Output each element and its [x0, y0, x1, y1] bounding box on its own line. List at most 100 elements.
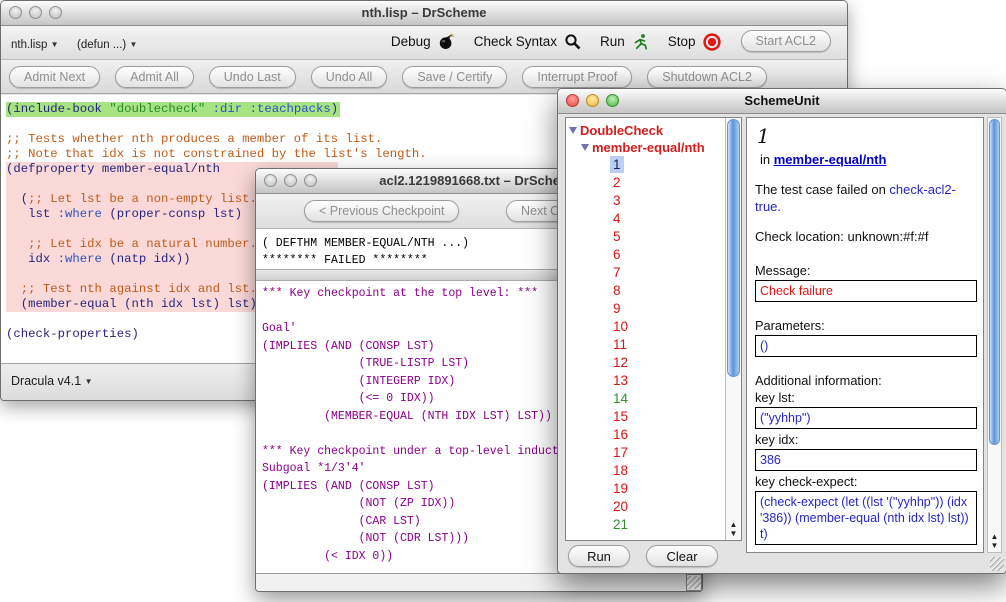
key-check-expect-field[interactable]: (check-expect (let ((lst '("yyhhp")) (id…	[755, 491, 977, 545]
test-case-11[interactable]: 11	[610, 336, 741, 354]
check-syntax-button[interactable]: Check Syntax	[474, 34, 557, 49]
drscheme-titlebar[interactable]: nth.lisp – DrScheme	[1, 1, 847, 26]
test-tree-panel: DoubleCheck member-equal/nth 12345678910…	[565, 117, 742, 541]
message-field[interactable]: Check failure	[755, 280, 977, 302]
window-title: SchemeUnit	[558, 93, 1006, 108]
test-case-7[interactable]: 7	[610, 264, 741, 282]
chevron-down-icon: ▼	[85, 377, 93, 386]
test-case-1[interactable]: 1	[610, 156, 741, 174]
parameters-field[interactable]: ()	[755, 335, 977, 357]
admit-next-button[interactable]: Admit Next	[9, 66, 100, 88]
case-number: 1	[757, 124, 975, 148]
test-case-8[interactable]: 8	[610, 282, 741, 300]
scroll-down-icon: ▼	[726, 529, 741, 538]
case-number-label[interactable]: 6	[610, 246, 624, 263]
case-number-label[interactable]: 5	[610, 228, 624, 245]
dracula-language-menu[interactable]: Dracula v4.1 ▼	[11, 374, 93, 388]
case-number-label[interactable]: 21	[610, 516, 631, 533]
horizontal-scrollbar[interactable]	[256, 573, 686, 591]
case-number-label[interactable]: 7	[610, 264, 624, 281]
detail-scrollbar[interactable]: ▲▼	[987, 117, 1002, 553]
case-number-label[interactable]: 18	[610, 462, 631, 479]
scrollbar-thumb[interactable]	[727, 119, 740, 377]
interrupt-proof-button[interactable]: Interrupt Proof	[522, 66, 632, 88]
scrollbar-arrows[interactable]: ▲▼	[726, 520, 741, 538]
stop-button[interactable]: Stop	[668, 34, 696, 49]
test-case-15[interactable]: 15	[610, 408, 741, 426]
test-case-14[interactable]: 14	[610, 390, 741, 408]
resize-grip[interactable]	[686, 574, 702, 591]
start-acl2-button[interactable]: Start ACL2	[741, 30, 831, 52]
test-case-13[interactable]: 13	[610, 372, 741, 390]
test-case-20[interactable]: 20	[610, 498, 741, 516]
test-case-6[interactable]: 6	[610, 246, 741, 264]
case-number-label[interactable]: 16	[610, 426, 631, 443]
case-origin: in member-equal/nth	[760, 152, 975, 167]
defun-dropdown[interactable]: (defun ...) ▼	[77, 39, 137, 51]
checkpoint-text: *** Key checkpoint at the top level: ***…	[262, 285, 559, 565]
schemeunit-titlebar[interactable]: SchemeUnit	[558, 89, 1006, 114]
test-case-12[interactable]: 12	[610, 354, 741, 372]
test-case-2[interactable]: 2	[610, 174, 741, 192]
test-case-16[interactable]: 16	[610, 426, 741, 444]
case-number-label[interactable]: 11	[610, 336, 630, 353]
case-number-label[interactable]: 14	[610, 390, 631, 407]
main-toolbar: nth.lisp ▼ (defun ...) ▼ Debug Check Syn…	[1, 26, 847, 60]
test-case-9[interactable]: 9	[610, 300, 741, 318]
case-number-label[interactable]: 4	[610, 210, 624, 227]
admit-all-button[interactable]: Admit All	[115, 66, 194, 88]
undo-all-button[interactable]: Undo All	[311, 66, 388, 88]
expander-triangle-icon[interactable]	[569, 127, 577, 134]
run-button[interactable]: Run	[568, 545, 630, 567]
debug-button[interactable]: Debug	[391, 34, 431, 49]
key-idx-label: key idx:	[755, 432, 975, 447]
test-case-17[interactable]: 17	[610, 444, 741, 462]
test-case-5[interactable]: 5	[610, 228, 741, 246]
message-label: Message:	[755, 263, 975, 278]
case-number-label[interactable]: 3	[610, 192, 624, 209]
clear-button[interactable]: Clear	[646, 545, 718, 567]
stop-icon[interactable]	[703, 33, 720, 50]
case-number-label[interactable]: 13	[610, 372, 631, 389]
case-number-label[interactable]: 15	[610, 408, 631, 425]
previous-checkpoint-button[interactable]: < Previous Checkpoint	[304, 200, 459, 222]
expander-triangle-icon[interactable]	[581, 144, 589, 151]
case-number-label[interactable]: 1	[610, 156, 624, 173]
tree-item-doublecheck[interactable]: DoubleCheck	[569, 122, 741, 139]
test-case-21[interactable]: 21	[610, 516, 741, 534]
test-case-3[interactable]: 3	[610, 192, 741, 210]
case-number-label[interactable]: 20	[610, 498, 631, 515]
test-case-4[interactable]: 4	[610, 210, 741, 228]
save-certify-button[interactable]: Save / Certify	[402, 66, 507, 88]
key-idx-field[interactable]: 386	[755, 449, 977, 471]
case-number-label[interactable]: 8	[610, 282, 624, 299]
case-number-label[interactable]: 17	[610, 444, 631, 461]
tree-item-member-equal-nth[interactable]: member-equal/nth	[581, 139, 741, 156]
search-icon[interactable]	[564, 33, 581, 50]
test-case-10[interactable]: 10	[610, 318, 741, 336]
resize-grip[interactable]	[990, 557, 1004, 571]
key-check-expect-label: key check-expect:	[755, 474, 975, 489]
case-number-label[interactable]: 10	[610, 318, 631, 335]
scroll-down-icon: ▼	[988, 541, 1001, 550]
key-lst-label: key lst:	[755, 390, 975, 405]
case-number-label[interactable]: 19	[610, 480, 631, 497]
run-button[interactable]: Run	[600, 34, 625, 49]
bomb-icon[interactable]	[438, 33, 455, 50]
case-number-label[interactable]: 12	[610, 354, 631, 371]
test-case-18[interactable]: 18	[610, 462, 741, 480]
tree-scrollbar[interactable]: ▲▼	[725, 118, 741, 540]
file-dropdown[interactable]: nth.lisp ▼	[11, 39, 59, 51]
test-case-19[interactable]: 19	[610, 480, 741, 498]
scrollbar-thumb[interactable]	[989, 119, 1000, 445]
chevron-down-icon: ▼	[129, 40, 137, 49]
member-equal-nth-link[interactable]: member-equal/nth	[774, 152, 887, 167]
check-location: Check location: unknown:#f:#f	[755, 229, 975, 244]
case-number-label[interactable]: 9	[610, 300, 624, 317]
runner-icon[interactable]	[632, 33, 649, 50]
undo-last-button[interactable]: Undo Last	[209, 66, 296, 88]
case-number-label[interactable]: 2	[610, 174, 624, 191]
shutdown-acl2-button[interactable]: Shutdown ACL2	[647, 66, 767, 88]
key-lst-field[interactable]: ("yyhhp")	[755, 407, 977, 429]
scrollbar-arrows[interactable]: ▲▼	[988, 532, 1001, 550]
